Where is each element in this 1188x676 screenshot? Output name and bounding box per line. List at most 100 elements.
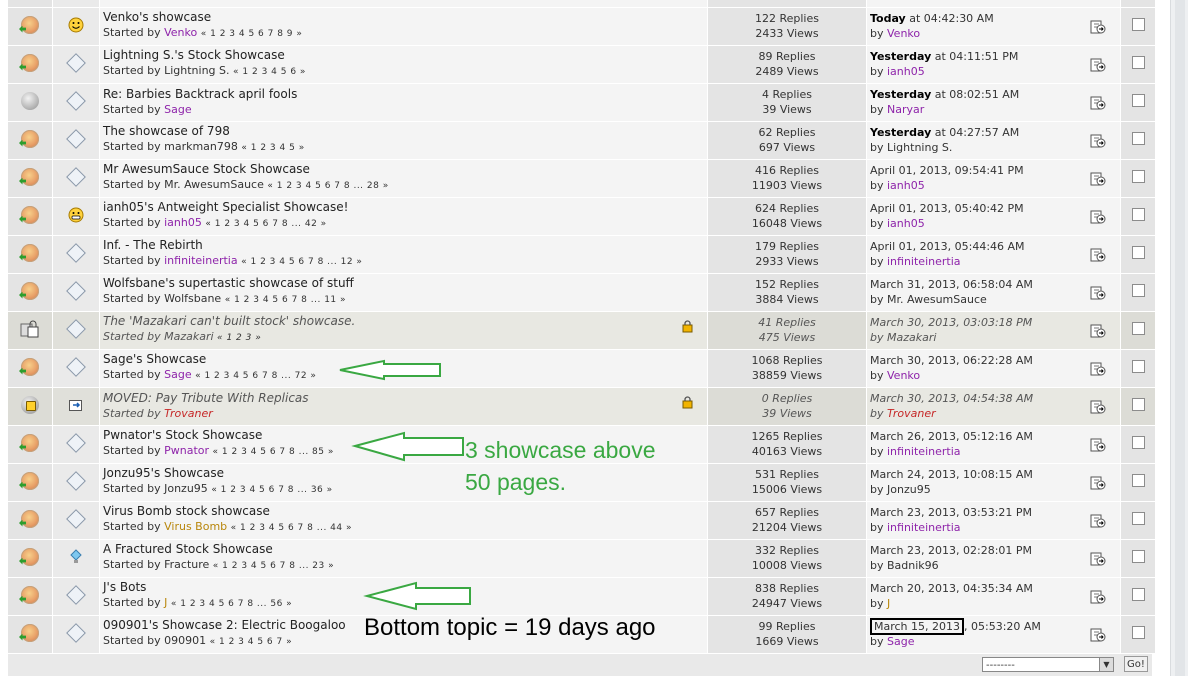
topic-select-checkbox[interactable] <box>1131 322 1145 335</box>
jump-to-select[interactable]: -------- ▼ <box>982 657 1114 672</box>
go-to-last-post-icon[interactable] <box>1090 58 1106 72</box>
topic-starter-link[interactable]: Wolfsbane <box>164 292 221 305</box>
last-post-link[interactable] <box>1090 58 1106 76</box>
go-to-last-post-icon[interactable] <box>1090 210 1106 224</box>
last-post-link[interactable] <box>1090 286 1106 304</box>
topic-pages-links[interactable]: « 1 2 3 4 5 6 7 8 ... 56 » <box>171 599 292 609</box>
last-post-link[interactable] <box>1090 210 1106 228</box>
topic-title-link[interactable]: The showcase of 798 <box>103 124 707 139</box>
go-to-last-post-icon[interactable] <box>1090 248 1106 262</box>
topic-pages-links[interactable]: « 1 2 3 4 5 6 7 8 ... 11 » <box>225 295 346 305</box>
topic-pages-links[interactable]: « 1 2 3 4 5 6 7 8 ... 12 » <box>241 257 362 267</box>
last-post-link[interactable] <box>1090 552 1106 570</box>
last-post-link[interactable] <box>1090 476 1106 494</box>
last-post-link[interactable] <box>1090 324 1106 342</box>
chevron-down-icon[interactable]: ▼ <box>1099 658 1113 671</box>
topic-starter-link[interactable]: infiniteinertia <box>164 254 238 267</box>
last-poster-link[interactable]: J <box>887 597 890 610</box>
topic-select-checkbox[interactable] <box>1131 626 1145 639</box>
topic-select-checkbox[interactable] <box>1131 170 1145 183</box>
topic-starter-link[interactable]: Virus Bomb <box>164 520 227 533</box>
last-post-link[interactable] <box>1090 628 1106 646</box>
last-poster-link[interactable]: Naryar <box>887 103 924 116</box>
go-to-last-post-icon[interactable] <box>1090 628 1106 642</box>
last-poster-link[interactable]: Venko <box>887 27 920 40</box>
topic-select-checkbox[interactable] <box>1131 588 1145 601</box>
topic-starter-link[interactable]: 090901 <box>164 634 206 647</box>
go-to-last-post-icon[interactable] <box>1090 514 1106 528</box>
go-to-last-post-icon[interactable] <box>1090 552 1106 566</box>
topic-pages-links[interactable]: « 1 2 3 4 5 6 7 8 ... 85 » <box>213 447 334 457</box>
last-poster-link[interactable]: ianh05 <box>887 65 925 78</box>
topic-pages-links[interactable]: « 1 2 3 4 5 6 7 8 ... 28 » <box>267 181 388 191</box>
go-to-last-post-icon[interactable] <box>1090 438 1106 452</box>
last-post-link[interactable] <box>1090 248 1106 266</box>
topic-select-checkbox[interactable] <box>1131 474 1145 487</box>
topic-title-link[interactable]: Venko's showcase <box>103 10 707 25</box>
topic-select-checkbox[interactable] <box>1131 18 1145 31</box>
topic-pages-links[interactable]: « 1 2 3 4 5 6 7 8 ... 23 » <box>213 561 334 571</box>
topic-title-link[interactable]: Lightning S.'s Stock Showcase <box>103 48 707 63</box>
last-post-link[interactable] <box>1090 590 1106 608</box>
topic-select-checkbox[interactable] <box>1131 550 1145 563</box>
last-post-link[interactable] <box>1090 96 1106 114</box>
topic-select-checkbox[interactable] <box>1131 132 1145 145</box>
topic-pages-links[interactable]: « 1 2 3 4 5 6 » <box>233 67 306 77</box>
last-poster-link[interactable]: Jonzu95 <box>887 483 931 496</box>
topic-title-link[interactable]: Inf. - The Rebirth <box>103 238 707 253</box>
topic-title-link[interactable]: Re: Barbies Backtrack april fools <box>103 87 707 102</box>
topic-pages-links[interactable]: « 1 2 3 4 5 6 7 8 ... 44 » <box>231 523 352 533</box>
topic-pages-links[interactable]: « 1 2 3 4 5 6 7 8 ... 36 » <box>211 485 332 495</box>
vertical-scrollbar[interactable] <box>1170 0 1188 676</box>
go-to-last-post-icon[interactable] <box>1090 590 1106 604</box>
topic-title-link[interactable]: Virus Bomb stock showcase <box>103 504 707 519</box>
scrollbar-track[interactable] <box>1175 0 1185 676</box>
last-post-link[interactable] <box>1090 400 1106 418</box>
last-post-link[interactable] <box>1090 362 1106 380</box>
topic-starter-link[interactable]: Mazakari <box>164 330 213 343</box>
topic-pages-links[interactable]: « 1 2 3 4 5 6 7 » <box>210 637 292 647</box>
last-poster-link[interactable]: Sage <box>887 635 914 648</box>
topic-starter-link[interactable]: Trovaner <box>164 407 213 420</box>
last-poster-link[interactable]: Trovaner <box>887 407 936 420</box>
topic-title-link[interactable]: ianh05's Antweight Specialist Showcase! <box>103 200 707 215</box>
topic-pages-links[interactable]: « 1 2 3 » <box>217 333 261 343</box>
last-poster-link[interactable]: Mr. AwesumSauce <box>887 293 987 306</box>
last-poster-link[interactable]: Lightning S. <box>887 141 952 154</box>
go-to-last-post-icon[interactable] <box>1090 362 1106 376</box>
last-post-link[interactable] <box>1090 438 1106 456</box>
topic-title-link[interactable]: J's Bots <box>103 580 707 595</box>
last-poster-link[interactable]: Mazakari <box>887 331 936 344</box>
topic-starter-link[interactable]: Pwnator <box>164 444 209 457</box>
last-post-link[interactable] <box>1090 20 1106 38</box>
topic-title-link[interactable]: A Fractured Stock Showcase <box>103 542 707 557</box>
topic-pages-links[interactable]: « 1 2 3 4 5 6 7 8 ... 72 » <box>195 371 316 381</box>
go-to-last-post-icon[interactable] <box>1090 286 1106 300</box>
topic-select-checkbox[interactable] <box>1131 360 1145 373</box>
go-to-last-post-icon[interactable] <box>1090 476 1106 490</box>
topic-starter-link[interactable]: Lightning S. <box>164 64 229 77</box>
topic-starter-link[interactable]: Sage <box>164 103 191 116</box>
topic-title-link[interactable]: Mr AwesumSauce Stock Showcase <box>103 162 707 177</box>
topic-select-checkbox[interactable] <box>1131 512 1145 525</box>
topic-title-link[interactable]: Sage's Showcase <box>103 352 707 367</box>
topic-starter-link[interactable]: Mr. AwesumSauce <box>164 178 264 191</box>
last-poster-link[interactable]: infiniteinertia <box>887 521 961 534</box>
last-poster-link[interactable]: ianh05 <box>887 179 925 192</box>
topic-starter-link[interactable]: ianh05 <box>164 216 202 229</box>
topic-select-checkbox[interactable] <box>1131 246 1145 259</box>
last-poster-link[interactable]: ianh05 <box>887 217 925 230</box>
go-to-last-post-icon[interactable] <box>1090 324 1106 338</box>
topic-starter-link[interactable]: Jonzu95 <box>164 482 208 495</box>
topic-starter-link[interactable]: Venko <box>164 26 197 39</box>
topic-select-checkbox[interactable] <box>1131 436 1145 449</box>
topic-starter-link[interactable]: J <box>164 596 167 609</box>
go-to-last-post-icon[interactable] <box>1090 20 1106 34</box>
topic-select-checkbox[interactable] <box>1131 398 1145 411</box>
topic-pages-links[interactable]: « 1 2 3 4 5 » <box>241 143 304 153</box>
go-to-last-post-icon[interactable] <box>1090 96 1106 110</box>
last-post-link[interactable] <box>1090 172 1106 190</box>
topic-select-checkbox[interactable] <box>1131 94 1145 107</box>
go-to-last-post-icon[interactable] <box>1090 172 1106 186</box>
topic-title-link[interactable]: The 'Mazakari can't built stock' showcas… <box>103 314 707 329</box>
